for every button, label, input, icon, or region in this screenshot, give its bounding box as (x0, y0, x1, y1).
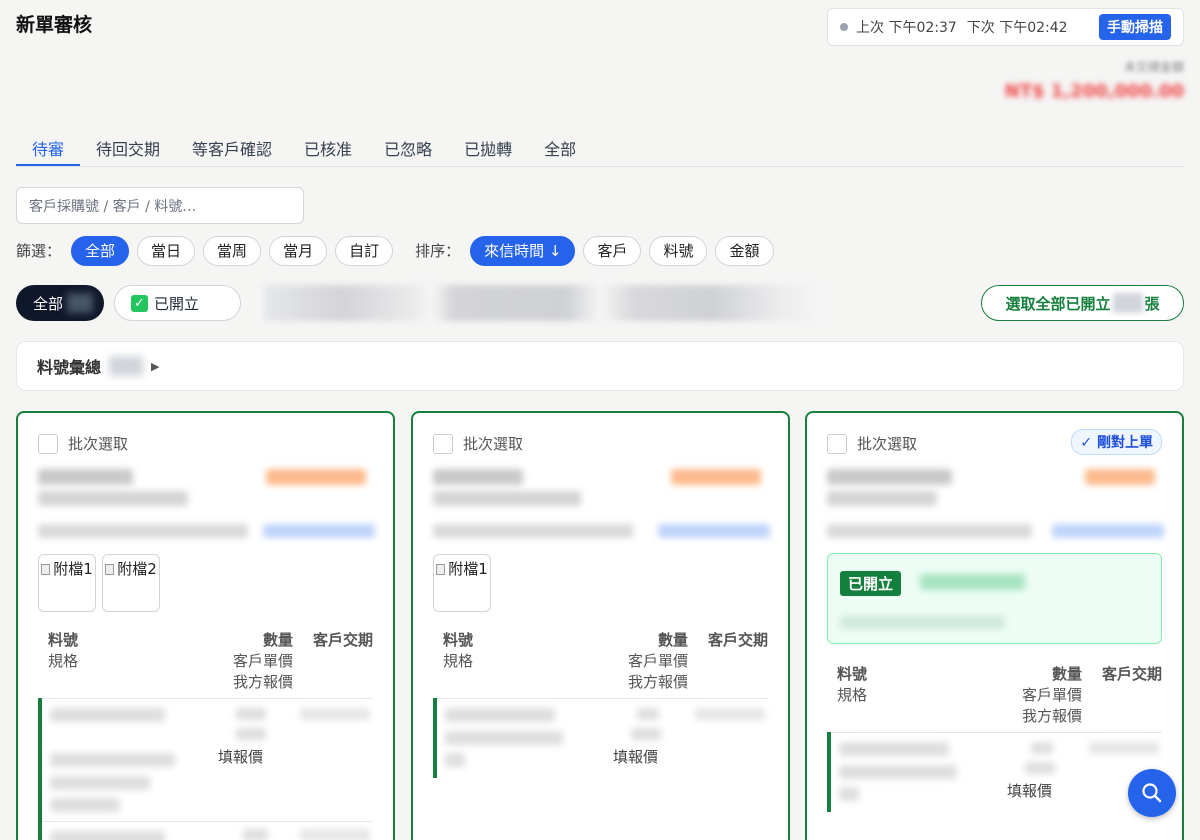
scan-status-box: 上次 下午02:37 下次 下午02:42 手動掃描 (827, 8, 1184, 46)
tab-customer-confirm[interactable]: 等客戶確認 (176, 128, 288, 166)
filter-week[interactable]: 當周 (203, 235, 262, 266)
sort-amount[interactable]: 金額 (715, 235, 774, 266)
status-chip-opened-label: 已開立 (154, 294, 200, 313)
opened-tag: 已開立 (840, 571, 902, 596)
total-amount: 未交總金額 NT$ 1,200,000.00 (1005, 58, 1184, 102)
search-icon (1142, 783, 1162, 803)
manual-scan-button[interactable]: 手動掃描 (1099, 14, 1171, 40)
sort-received-time[interactable]: 來信時間 ↓ (470, 235, 576, 266)
filter-custom[interactable]: 自訂 (335, 235, 394, 266)
status-chip-all[interactable]: 全部 (16, 285, 104, 321)
checkbox[interactable] (433, 433, 453, 454)
checkbox[interactable] (827, 433, 847, 454)
order-card[interactable]: 批次選取 附檔1 料號 規格 數量 客戶單價 我方報價 客戶交期 填報價 (411, 411, 790, 840)
next-scan-time: 下次 下午02:42 (966, 20, 1068, 36)
last-scan-time: 上次 下午02:37 (856, 20, 957, 36)
status-chip-opened[interactable]: ✓ 已開立 (114, 285, 241, 321)
check-icon: ✓ (131, 294, 148, 312)
filter-sort-row: 篩選： 全部 當日 當周 當月 自訂 排序： 來信時間 ↓ 客戶 料號 金額 (16, 235, 782, 266)
opened-status-box: 已開立 (827, 553, 1162, 644)
page-title: 新單審核 (16, 14, 93, 36)
total-amount-label: 未交總金額 (1123, 60, 1184, 74)
part-summary-panel[interactable]: 料號彙總 ▶ (16, 341, 1184, 391)
status-chip-all-label: 全部 (33, 294, 64, 313)
sort-customer[interactable]: 客戶 (583, 235, 642, 266)
tab-pending[interactable]: 待審 (16, 128, 81, 166)
batch-select[interactable]: 批次選取 (433, 433, 523, 454)
status-tabs: 待審 待回交期 等客戶確認 已核准 已忽略 已拋轉 全部 (16, 128, 1184, 167)
broken-image-icon (41, 564, 51, 575)
attachment-thumb[interactable]: 附檔2 (102, 554, 160, 612)
batch-select[interactable]: 批次選取 (827, 433, 917, 454)
attachment-thumb[interactable]: 附檔1 (433, 554, 491, 612)
batch-select[interactable]: 批次選取 (38, 433, 128, 454)
order-card[interactable]: 批次選取 ✓ 剛對上單 已開立 料號 規格 數量 客戶單價 我方報價 客戶交期 … (805, 411, 1184, 840)
status-dot-icon (840, 23, 848, 31)
tab-transferred[interactable]: 已拋轉 (448, 128, 528, 166)
search-fab-button[interactable] (1128, 769, 1176, 817)
fill-price-label[interactable]: 填報價 (1007, 780, 1052, 801)
tab-approved[interactable]: 已核准 (288, 128, 368, 166)
attachment-thumb[interactable]: 附檔1 (38, 554, 96, 612)
sort-part-number[interactable]: 料號 (649, 235, 708, 266)
batch-select-label: 批次選取 (68, 435, 129, 453)
batch-select-label: 批次選取 (463, 435, 524, 453)
filter-all[interactable]: 全部 (71, 235, 130, 266)
expand-arrow-icon: ▶ (151, 359, 160, 373)
broken-image-icon (436, 564, 446, 575)
total-amount-value: NT$ 1,200,000.00 (1004, 81, 1184, 102)
line-item: 填報價 (38, 698, 373, 828)
tab-all[interactable]: 全部 (528, 128, 592, 166)
redacted-status-chips (264, 285, 824, 321)
fill-price-label[interactable]: 填報價 (218, 746, 263, 767)
tab-awaiting-delivery[interactable]: 待回交期 (80, 128, 176, 166)
tab-ignored[interactable]: 已忽略 (368, 128, 448, 166)
broken-image-icon (105, 564, 115, 575)
line-item: 填報價 (433, 698, 768, 778)
fill-price-label[interactable]: 填報價 (613, 746, 658, 767)
search-input[interactable]: 客戶採購號 / 客戶 / 料號… (16, 187, 304, 224)
status-filter-row: 全部 ✓ 已開立 選取全部已開立張 (16, 285, 1184, 321)
select-all-opened-button[interactable]: 選取全部已開立張 (981, 285, 1184, 321)
filter-today[interactable]: 當日 (137, 235, 196, 266)
order-card[interactable]: 批次選取 附檔1 附檔2 料號 規格 數量 客戶單價 我方報價 客戶交期 填報價 (16, 411, 395, 840)
filter-month[interactable]: 當月 (269, 235, 328, 266)
checkbox[interactable] (38, 433, 58, 454)
filter-label: 篩選： (16, 242, 62, 260)
line-item: 填報價 (827, 732, 1162, 812)
part-summary-label: 料號彙總 (37, 358, 102, 377)
just-ordered-badge: ✓ 剛對上單 (1071, 429, 1162, 455)
batch-select-label: 批次選取 (857, 435, 918, 453)
sort-label: 排序： (415, 242, 461, 260)
